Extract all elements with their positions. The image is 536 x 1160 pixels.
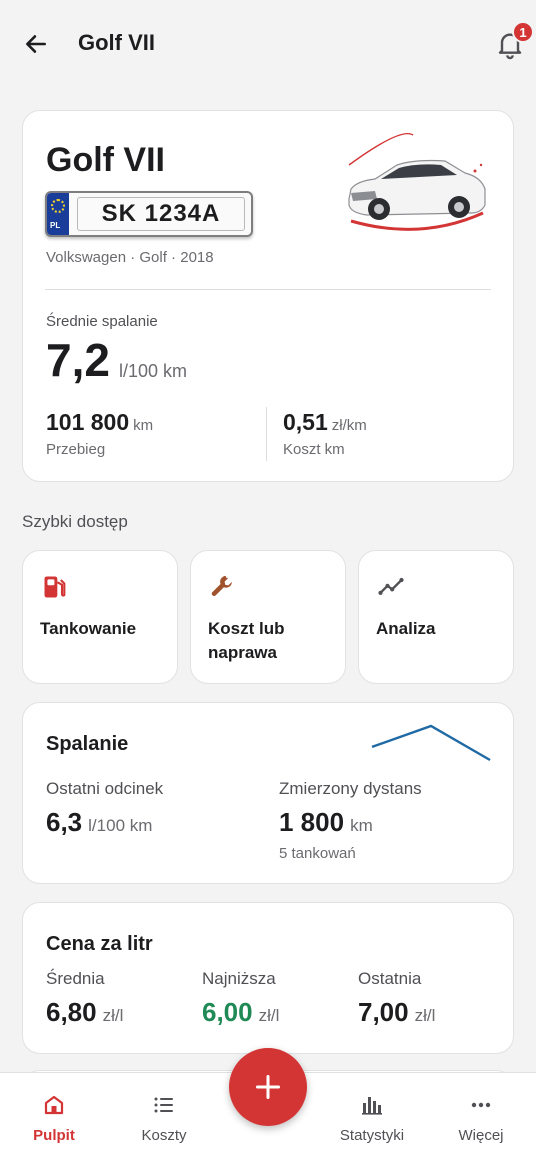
nav-label-wiecej: Więcej xyxy=(458,1127,504,1144)
avg-consumption-label: Średnie spalanie xyxy=(46,313,158,330)
cost-per-km-label: Koszt km xyxy=(283,441,345,458)
arrow-left-icon xyxy=(26,35,46,53)
last-segment-stat: 6,3 l/100 km xyxy=(46,807,152,838)
cost-per-km-stat: 0,51 zł/km xyxy=(283,409,367,436)
avg-consumption-value: 7,2 xyxy=(46,334,110,386)
nav-item-koszty[interactable]: Koszty xyxy=(114,1073,214,1160)
trend-line-icon xyxy=(378,577,404,595)
nav-item-wiecej[interactable]: Więcej xyxy=(431,1073,531,1160)
vehicle-name: Golf VII xyxy=(46,141,165,179)
notification-badge: 1 xyxy=(512,21,534,43)
price-min-stat: 6,00 zł/l xyxy=(202,997,279,1028)
price-title: Cena za litr xyxy=(46,933,153,955)
price-avg-label: Średnia xyxy=(46,969,105,988)
measured-distance-value: 1 800 xyxy=(279,807,345,837)
cost-per-km-value: 0,51 xyxy=(283,409,328,435)
more-dots-icon xyxy=(471,1102,491,1108)
measured-distance-stat: 1 800 km xyxy=(279,807,373,838)
last-segment-label: Ostatni odcinek xyxy=(46,779,164,798)
price-last-stat: 7,00 zł/l xyxy=(358,997,435,1028)
price-last-value: 7,00 xyxy=(358,997,409,1027)
avg-consumption-unit: l/100 km xyxy=(119,361,188,381)
eu-stars-icon xyxy=(51,199,65,213)
price-last-unit: zł/l xyxy=(414,1006,436,1025)
price-min-value: 6,00 xyxy=(202,997,253,1027)
nav-item-statystyki[interactable]: Statystyki xyxy=(322,1073,422,1160)
top-app-bar: Golf VII 1 xyxy=(0,0,536,90)
eu-plate-band: PL xyxy=(47,193,69,235)
consumption-card[interactable]: Spalanie Ostatni odcinek 6,3 l/100 km Zmi… xyxy=(22,702,514,884)
quick-refuel-tile[interactable]: Tankowanie xyxy=(22,550,178,684)
price-avg-unit: zł/l xyxy=(102,1006,124,1025)
car-image xyxy=(348,133,486,231)
plate-country-code: PL xyxy=(50,221,61,230)
quick-analysis-tile[interactable]: Analiza xyxy=(358,550,514,684)
back-button[interactable] xyxy=(20,28,52,60)
quick-access-title: Szybki dostęp xyxy=(22,512,128,531)
sparkline-line xyxy=(371,724,491,762)
mileage-value: 101 800 xyxy=(46,409,130,435)
mileage-stat: 101 800 km xyxy=(46,409,153,436)
wrench-icon xyxy=(211,575,232,596)
vehicle-details: Volkswagen · Golf · 2018 xyxy=(46,249,214,266)
home-icon xyxy=(44,1095,64,1115)
measured-distance-unit: km xyxy=(350,816,373,835)
nav-label-statystyki: Statystyki xyxy=(339,1127,405,1144)
measured-distance-label: Zmierzony dystans xyxy=(279,779,422,798)
last-segment-value: 6,3 xyxy=(46,807,83,837)
quick-analysis-label: Analiza xyxy=(376,619,436,638)
cost-per-km-unit: zł/km xyxy=(331,417,367,434)
mileage-unit: km xyxy=(133,417,154,434)
nav-label-pulpit: Pulpit xyxy=(33,1127,75,1144)
divider xyxy=(45,289,491,290)
price-avg-stat: 6,80 zł/l xyxy=(46,997,123,1028)
quick-cost-repair-label: Koszt lub naprawa xyxy=(208,619,285,662)
page-title: Golf VII xyxy=(78,30,155,55)
plus-icon xyxy=(255,1074,281,1100)
mileage-label: Przebieg xyxy=(46,441,106,458)
quick-cost-repair-tile[interactable]: Koszt lub naprawa xyxy=(190,550,346,684)
price-avg-value: 6,80 xyxy=(46,997,97,1027)
price-min-unit: zł/l xyxy=(258,1006,280,1025)
nav-item-pulpit[interactable]: Pulpit xyxy=(4,1073,104,1160)
vertical-divider xyxy=(266,407,267,461)
bar-chart-icon xyxy=(362,1097,382,1115)
license-plate: PL SK 1234A xyxy=(45,191,253,237)
price-per-liter-card[interactable]: Cena za litr Średnia 6,80 zł/l Najniższa … xyxy=(22,902,514,1054)
last-segment-unit: l/100 km xyxy=(88,816,153,835)
fuel-pump-icon xyxy=(44,576,66,598)
price-last-label: Ostatnia xyxy=(358,969,422,988)
plate-number: SK 1234A xyxy=(77,197,245,231)
add-entry-button[interactable] xyxy=(229,1048,307,1126)
quick-refuel-label: Tankowanie xyxy=(40,619,137,638)
vehicle-summary-card[interactable]: Golf VII PL SK 1234A Volkswagen · Golf ·… xyxy=(22,110,514,482)
consumption-title: Spalanie xyxy=(46,733,129,755)
price-min-label: Najniższa xyxy=(202,969,276,988)
list-icon xyxy=(154,1097,173,1113)
consumption-sparkline xyxy=(371,724,491,762)
refuel-count: 5 tankowań xyxy=(279,845,356,862)
nav-label-koszty: Koszty xyxy=(141,1127,187,1144)
